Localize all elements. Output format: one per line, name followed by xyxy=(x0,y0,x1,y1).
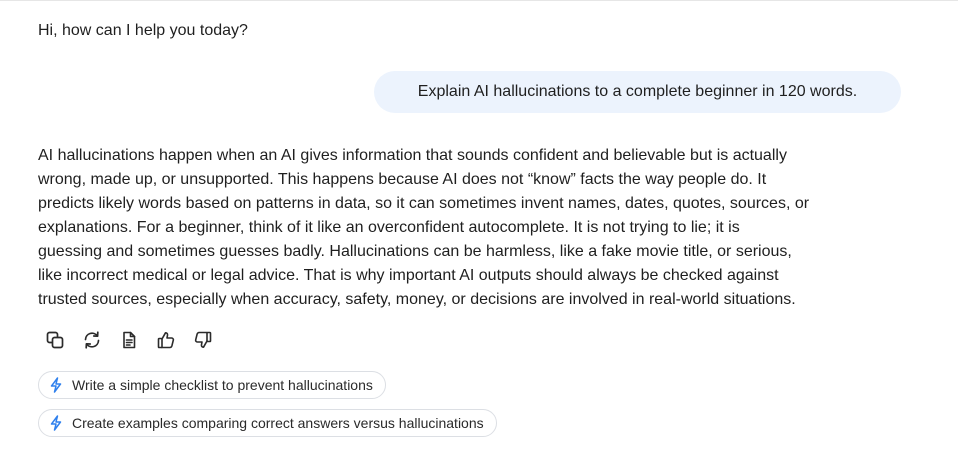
response-line: like incorrect medical or legal advice. … xyxy=(38,267,779,284)
response-action-bar xyxy=(44,329,229,351)
response-line: wrong, made up, or unsupported. This hap… xyxy=(38,171,767,188)
top-divider xyxy=(0,0,958,1)
suggestion-label: Write a simple checklist to prevent hall… xyxy=(72,377,373,393)
copy-icon xyxy=(46,331,64,349)
lightning-bolt-icon xyxy=(49,377,63,393)
regenerate-icon xyxy=(84,331,100,349)
thumbs-up-icon xyxy=(157,332,175,349)
user-message-bubble: Explain AI hallucinations to a complete … xyxy=(374,71,901,113)
suggestion-label: Create examples comparing correct answer… xyxy=(72,415,484,431)
suggestion-chip-examples[interactable]: Create examples comparing correct answer… xyxy=(38,409,497,437)
regenerate-button[interactable] xyxy=(81,329,103,351)
thumbs-up-button[interactable] xyxy=(155,329,177,351)
lightning-bolt-icon xyxy=(49,415,63,431)
copy-button[interactable] xyxy=(44,329,66,351)
response-line: predicts likely words based on patterns … xyxy=(38,195,810,212)
assistant-response: AI hallucinations happen when an AI give… xyxy=(38,144,918,312)
thumbs-down-icon xyxy=(194,331,212,348)
thumbs-down-button[interactable] xyxy=(192,329,214,351)
assistant-greeting: Hi, how can I help you today? xyxy=(38,22,248,39)
document-icon xyxy=(123,331,136,349)
response-line: trusted sources, especially when accurac… xyxy=(38,291,796,308)
response-line: explanations. For a beginner, think of i… xyxy=(38,219,740,236)
response-line: AI hallucinations happen when an AI give… xyxy=(38,147,787,164)
suggestion-chip-checklist[interactable]: Write a simple checklist to prevent hall… xyxy=(38,371,386,399)
response-line: guessing and sometimes guesses badly. Ha… xyxy=(38,243,792,260)
document-button[interactable] xyxy=(118,329,140,351)
